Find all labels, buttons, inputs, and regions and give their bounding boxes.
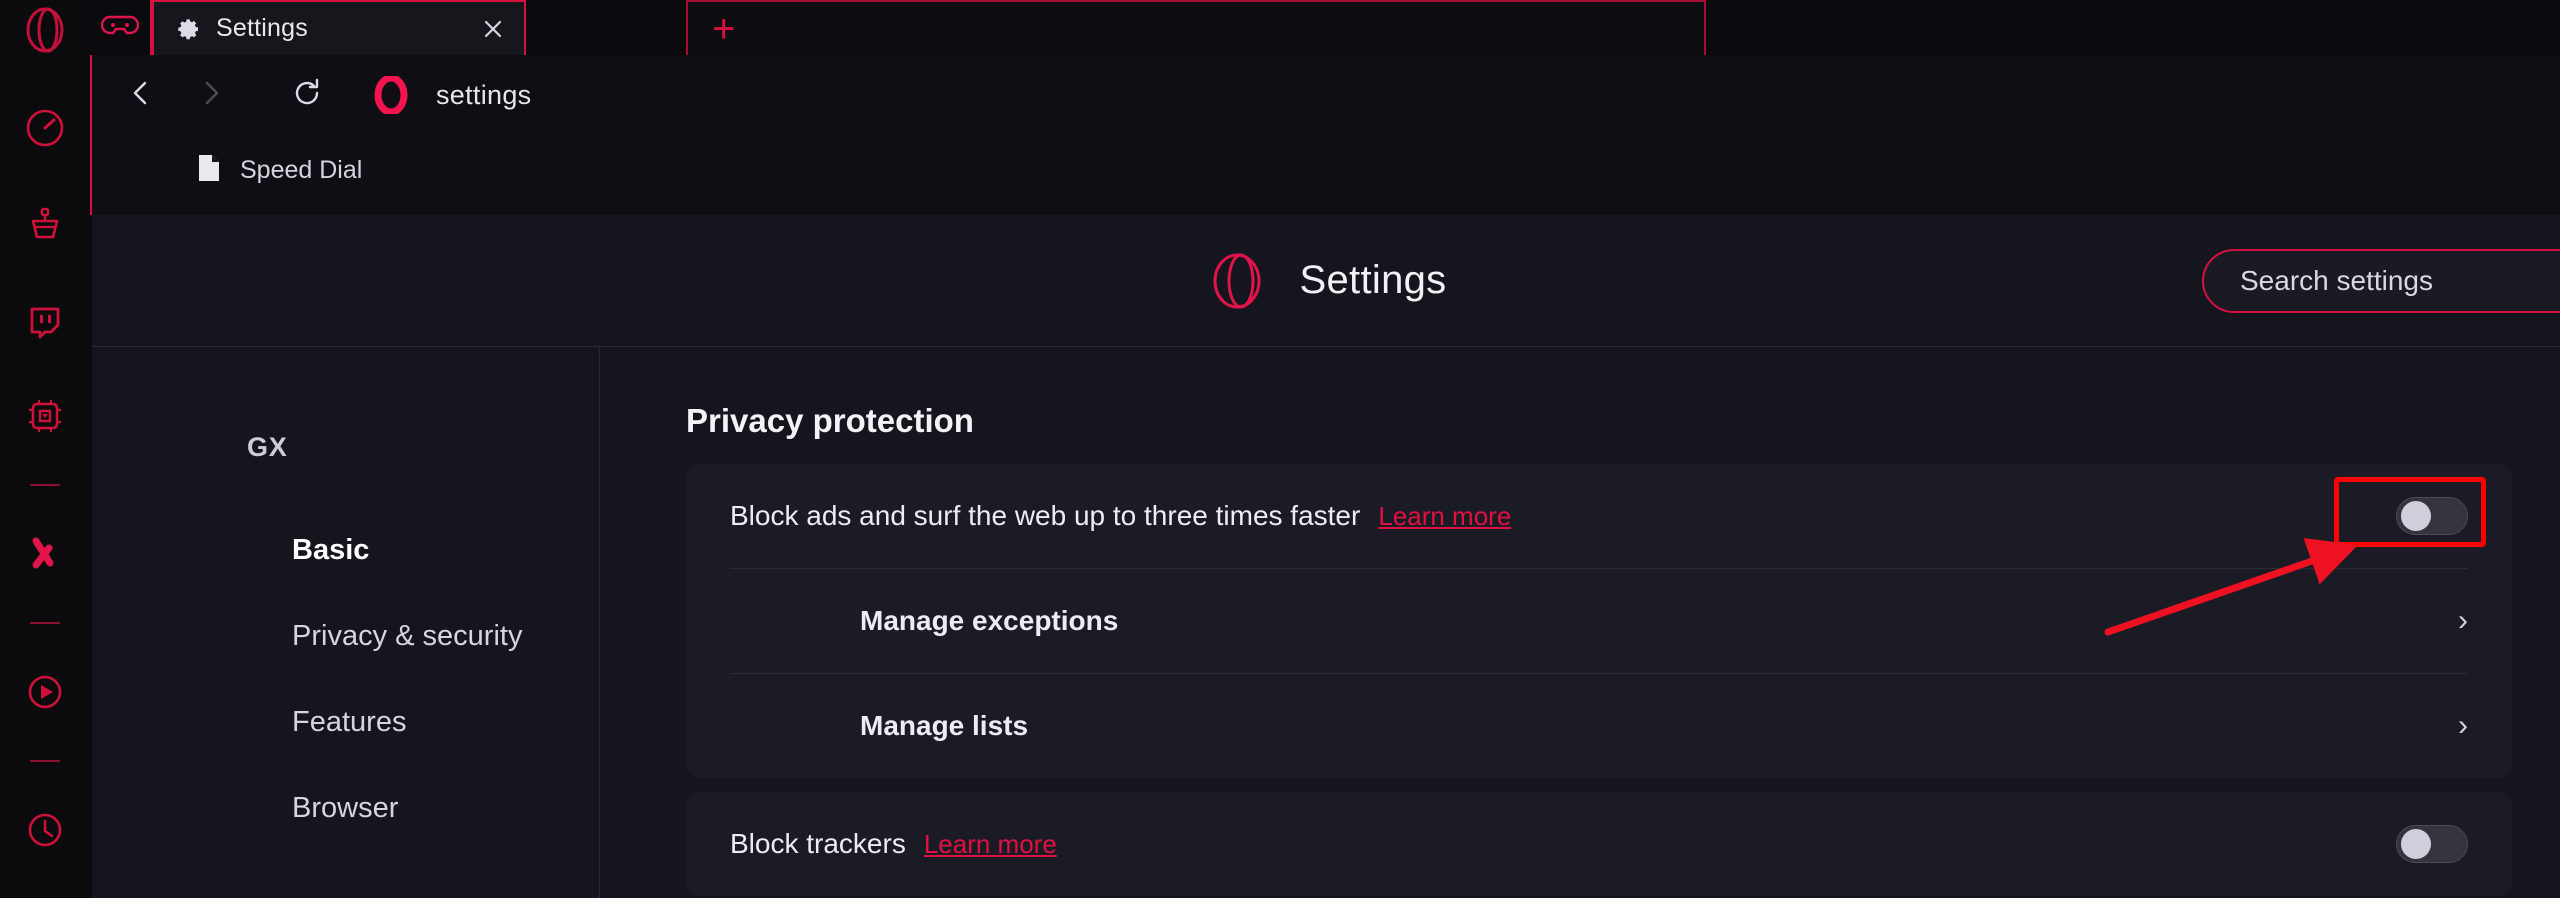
search-input-value: Search settings xyxy=(2240,265,2433,296)
chevron-right-icon[interactable]: › xyxy=(2458,711,2468,741)
sidebar-group-label: GX xyxy=(247,432,288,462)
settings-title-group: Settings xyxy=(1206,250,1447,312)
tab-title: Settings xyxy=(216,14,308,42)
reload-icon xyxy=(289,75,325,116)
manage-lists-label: Manage lists xyxy=(860,710,1029,741)
page-title: Settings xyxy=(1299,258,1447,302)
address-bar[interactable]: settings xyxy=(372,76,2560,114)
row-block-ads: Block ads and surf the web up to three t… xyxy=(686,464,2512,568)
rail-divider xyxy=(30,622,60,624)
settings-sidebar: GX Basic Privacy & security Features Bro… xyxy=(92,347,600,898)
sidebar-rail xyxy=(0,0,90,898)
gx-cleaner-icon[interactable] xyxy=(17,196,73,252)
rail-divider xyxy=(30,484,60,486)
bookmark-label: Speed Dial xyxy=(240,155,363,184)
opera-gx-logo-icon xyxy=(17,6,73,54)
settings-page: Settings Search settings GX Basic Privac… xyxy=(92,215,2560,898)
opera-o-icon xyxy=(372,76,410,114)
row-block-trackers: Block trackers Learn more xyxy=(686,792,2512,896)
bookmark-speed-dial[interactable]: Speed Dial xyxy=(196,153,362,188)
reload-button[interactable] xyxy=(276,64,338,126)
new-tab-button[interactable]: + xyxy=(686,0,1706,56)
block-ads-label: Block ads and surf the web up to three t… xyxy=(730,500,1361,531)
opera-gx-window: Settings + settings Speed Dial Settings … xyxy=(0,0,2560,898)
sidebar-item-privacy-security[interactable]: Privacy & security xyxy=(92,593,599,679)
block-trackers-label: Block trackers xyxy=(730,828,906,859)
gear-icon xyxy=(176,16,202,42)
row-manage-lists[interactable]: Manage lists › xyxy=(686,674,2512,778)
chevron-right-icon[interactable]: › xyxy=(2458,606,2468,636)
block-trackers-card: Block trackers Learn more xyxy=(686,792,2512,896)
history-icon[interactable] xyxy=(17,802,73,858)
sidebar-item-list: Basic Privacy & security Features Browse… xyxy=(92,507,599,851)
gx-gamepad-button[interactable] xyxy=(90,0,152,55)
browser-chrome: settings Speed Dial xyxy=(90,55,2560,215)
forward-button[interactable] xyxy=(180,64,242,126)
messengers-icon[interactable] xyxy=(17,526,73,582)
chevron-right-icon xyxy=(194,76,228,115)
block-ads-learn-more-link[interactable]: Learn more xyxy=(1378,501,1511,532)
rail-icon-list xyxy=(17,100,73,898)
toggle-knob xyxy=(2401,501,2431,531)
browser-tab-settings[interactable]: Settings xyxy=(152,0,526,55)
plus-icon: + xyxy=(712,7,736,51)
address-value: settings xyxy=(436,79,532,110)
close-icon[interactable] xyxy=(478,14,508,44)
twitch-icon[interactable] xyxy=(17,292,73,348)
page-icon xyxy=(196,153,222,188)
section-title-privacy-protection: Privacy protection xyxy=(686,402,974,439)
toggle-knob xyxy=(2401,829,2431,859)
navigation-bar: settings xyxy=(92,55,2560,135)
block-ads-toggle[interactable] xyxy=(2396,497,2468,535)
sidebar-item-features[interactable]: Features xyxy=(92,679,599,765)
opera-gx-ring-icon xyxy=(1206,250,1268,312)
block-trackers-toggle[interactable] xyxy=(2396,825,2468,863)
block-ads-toggle-wrap xyxy=(2396,497,2468,535)
gx-control-icon[interactable] xyxy=(17,100,73,156)
sidebar-item-basic[interactable]: Basic xyxy=(92,507,599,593)
search-settings-input[interactable]: Search settings xyxy=(2202,249,2560,313)
manage-exceptions-label: Manage exceptions xyxy=(860,605,1119,636)
gamepad-icon xyxy=(100,10,140,45)
settings-body: GX Basic Privacy & security Features Bro… xyxy=(92,347,2560,898)
back-button[interactable] xyxy=(110,64,172,126)
privacy-protection-card: Block ads and surf the web up to three t… xyxy=(686,464,2512,778)
rail-divider xyxy=(30,760,60,762)
settings-main-content: Privacy protection Block ads and surf th… xyxy=(600,347,2560,898)
block-trackers-learn-more-link[interactable]: Learn more xyxy=(924,829,1057,860)
settings-page-header: Settings Search settings xyxy=(92,215,2560,347)
player-icon[interactable] xyxy=(17,664,73,720)
tab-strip: Settings + xyxy=(90,0,2560,56)
bookmarks-bar: Speed Dial xyxy=(92,135,2560,205)
gx-corner-icon[interactable] xyxy=(17,388,73,444)
chevron-left-icon xyxy=(124,76,158,115)
row-manage-exceptions[interactable]: Manage exceptions › xyxy=(686,569,2512,673)
sidebar-item-browser[interactable]: Browser xyxy=(92,765,599,851)
